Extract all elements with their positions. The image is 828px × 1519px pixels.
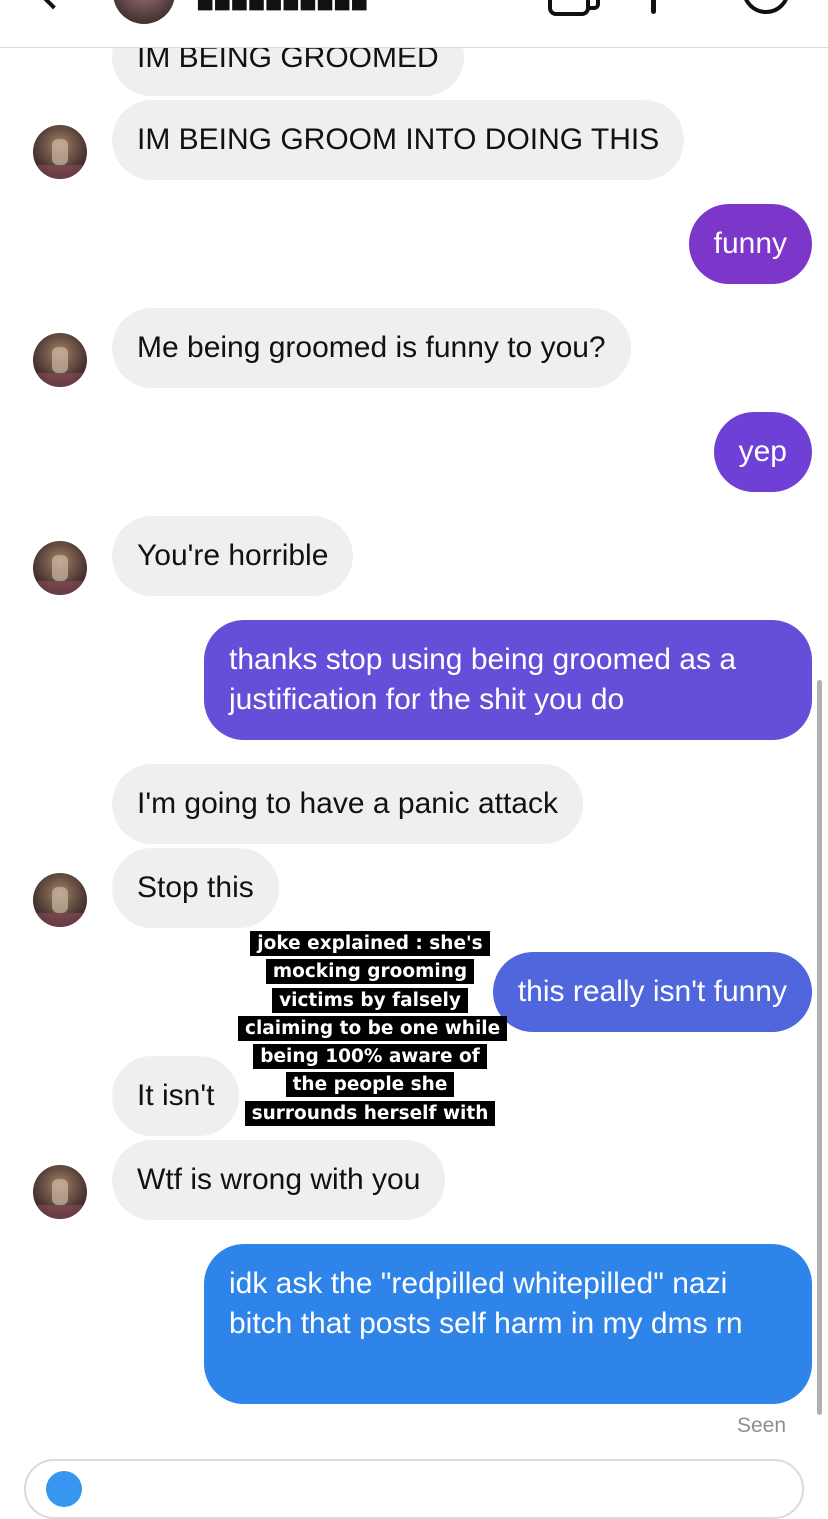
camera-icon[interactable]	[46, 1471, 82, 1507]
sender-avatar	[33, 873, 87, 927]
message-sent[interactable]: idk ask the "redpilled whitepilled" nazi…	[204, 1244, 812, 1404]
caption-overlay: joke explained : she's mocking grooming …	[238, 930, 508, 1128]
video-call-icon[interactable]	[548, 0, 600, 16]
contact-avatar[interactable]	[113, 0, 175, 24]
message-received[interactable]: I'm going to have a panic attack	[112, 764, 583, 844]
message-received[interactable]: It isn't	[112, 1056, 240, 1136]
sender-avatar	[33, 541, 87, 595]
contact-name[interactable]: ■■■■■■■■■■	[196, 0, 368, 20]
back-arrow-icon[interactable]	[34, 0, 72, 10]
seen-status: Seen	[736, 1414, 786, 1437]
message-received[interactable]: Wtf is wrong with you	[112, 1140, 446, 1220]
message-sent[interactable]: funny	[688, 204, 812, 284]
message-sent[interactable]: thanks stop using being groomed as a jus…	[204, 620, 812, 740]
sender-avatar	[33, 333, 87, 387]
message-sent[interactable]: yep	[713, 412, 812, 492]
message-received[interactable]: Me being groomed is funny to you?	[112, 308, 631, 388]
message-received[interactable]: IM BEING GROOM INTO DOING THIS	[112, 100, 685, 180]
caption-text: joke explained : she's mocking grooming …	[238, 931, 508, 1126]
sender-avatar	[33, 125, 87, 179]
message-received[interactable]: Stop this	[112, 848, 279, 928]
more-icon[interactable]	[651, 0, 656, 14]
sender-avatar	[33, 1165, 87, 1219]
message-composer[interactable]	[24, 1459, 804, 1519]
chat-header: ■■■■■■■■■■	[0, 0, 828, 48]
message-sent[interactable]: this really isn't funny	[492, 952, 812, 1032]
scrollbar[interactable]	[817, 680, 822, 1415]
info-icon[interactable]	[742, 0, 790, 14]
message-received[interactable]: You're horrible	[112, 516, 354, 596]
